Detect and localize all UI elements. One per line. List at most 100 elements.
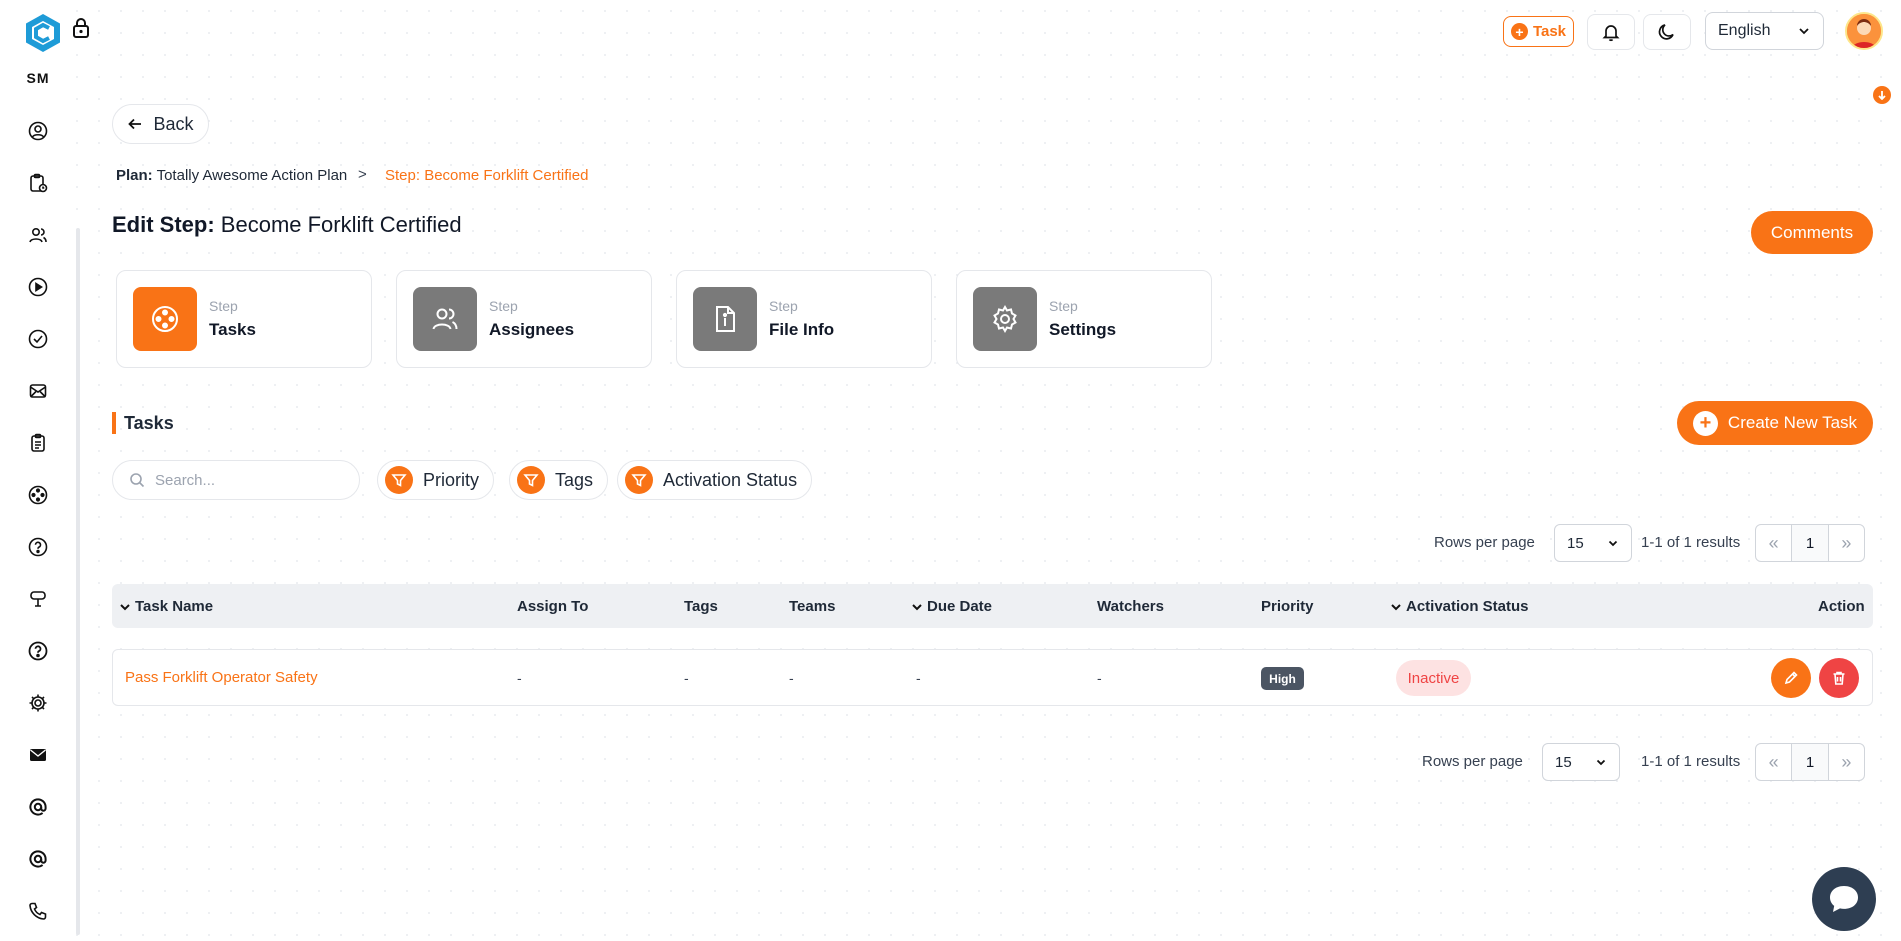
filter-priority[interactable]: Priority [377,460,495,500]
rows-per-page-select[interactable]: 15 [1542,743,1620,781]
users-icon [413,287,477,351]
scroll-down-button[interactable] [1873,86,1891,104]
target-dots-icon[interactable] [27,484,49,506]
arrow-left-icon [127,116,143,132]
table-header [112,584,1873,628]
tab-step-settings[interactable]: Step Settings [956,270,1212,368]
tab-step-tasks[interactable]: Step Tasks [116,270,372,368]
envelope-icon[interactable] [27,744,49,766]
edit-button[interactable] [1771,658,1811,698]
clipboard-list-icon[interactable] [27,432,49,454]
col-teams: Teams [789,598,836,615]
user-circle-icon[interactable] [27,120,49,142]
filter-activation-status[interactable]: Activation Status [617,460,813,500]
col-label: Task Name [135,598,214,615]
arrow-down-icon [1877,90,1887,100]
create-new-task-label: Create New Task [1727,413,1858,432]
col-tags: Tags [684,598,718,615]
search-icon [129,472,145,488]
page-title-prefix: Edit Step: [112,212,215,237]
search-input[interactable] [155,471,335,489]
tab-label: File Info [769,320,835,339]
chat-widget-button[interactable] [1812,867,1876,931]
play-circle-icon[interactable] [27,276,49,298]
col-label: Due Date [927,598,993,615]
notifications-button[interactable] [1587,14,1635,50]
chevron-down-icon [1607,537,1619,549]
users-icon[interactable] [27,224,49,246]
question-circle-icon[interactable] [27,640,49,662]
col-priority: Priority [1261,598,1314,615]
page-title-name: Become Forklift Certified [220,212,462,237]
at-sign-icon[interactable] [27,796,49,818]
breadcrumb-plan-name: Totally Awesome Action Plan [156,167,348,184]
at-sign-icon[interactable] [27,848,49,870]
col-activation-status[interactable]: Activation Status [1390,598,1529,615]
breadcrumb-plan-prefix: Plan: [116,167,153,184]
col-task-name[interactable]: Task Name [119,598,213,615]
plus-icon: + [1510,23,1528,40]
filter-label: Tags [555,469,594,490]
filter-icon [517,466,545,494]
search-box[interactable] [112,460,360,500]
language-select[interactable]: English [1705,12,1824,50]
cell-tags: - [684,670,689,686]
page-title: Edit Step: Become Forklift Certified [112,212,462,238]
current-page[interactable]: 1 [1791,744,1829,780]
cell-watchers: - [1097,670,1102,686]
status-badge: Inactive [1396,660,1471,696]
rows-per-page-select[interactable]: 15 [1554,524,1632,562]
lock-icon[interactable] [72,18,90,38]
col-due-date[interactable]: Due Date [911,598,992,615]
theme-toggle-button[interactable] [1643,14,1691,50]
filter-icon [385,466,413,494]
add-task-label: Task [1532,23,1567,40]
delete-button[interactable] [1819,658,1859,698]
chevron-down-icon [119,601,131,613]
create-new-task-button[interactable]: + Create New Task [1677,401,1873,445]
last-page-icon[interactable]: » [1829,744,1864,780]
table-row [112,649,1873,706]
current-page[interactable]: 1 [1791,525,1829,561]
pager: « 1 » [1755,743,1865,781]
last-page-icon[interactable]: » [1829,525,1864,561]
tab-sub-label: Step [769,298,798,314]
pencil-icon [1783,670,1799,686]
bell-icon [1601,22,1621,42]
tab-label: Settings [1049,320,1117,339]
gear-icon[interactable] [27,692,49,714]
chevron-down-icon [1390,601,1402,613]
sidebar-scrollbar[interactable] [76,228,80,935]
app-logo[interactable] [22,12,64,54]
add-task-button[interactable]: + Task [1503,16,1574,47]
cell-due-date: - [916,670,921,686]
first-page-icon[interactable]: « [1756,744,1791,780]
breadcrumb-current: Step: Become Forklift Certified [385,167,589,184]
avatar[interactable] [1845,12,1883,50]
clipboard-clock-icon[interactable] [27,172,49,194]
filter-label: Priority [423,469,480,490]
rows-per-page-value: 15 [1555,753,1572,771]
back-button[interactable]: Back [112,104,209,144]
help-circle-icon[interactable] [27,536,49,558]
cup-icon[interactable] [27,588,49,610]
task-name-link[interactable]: Pass Forklift Operator Safety [125,669,318,686]
chat-bubble-icon [1827,883,1861,915]
mail-open-icon[interactable] [27,380,49,402]
trash-icon [1831,670,1847,686]
phone-icon[interactable] [27,900,49,922]
comments-button[interactable]: Comments [1751,211,1873,254]
tab-step-assignees[interactable]: Step Assignees [396,270,652,368]
results-count: 1-1 of 1 results [1641,534,1741,551]
tab-sub-label: Step [489,298,518,314]
tab-step-file-info[interactable]: Step File Info [676,270,932,368]
filter-tags[interactable]: Tags [509,460,609,500]
chevron-down-icon [911,601,923,613]
check-circle-icon[interactable] [27,328,49,350]
col-assign-to: Assign To [517,598,589,615]
gear-icon [973,287,1037,351]
first-page-icon[interactable]: « [1756,525,1791,561]
breadcrumb-plan[interactable]: Plan: Totally Awesome Action Plan [116,167,347,184]
col-watchers: Watchers [1097,598,1164,615]
brand-mark: SM [26,70,50,86]
